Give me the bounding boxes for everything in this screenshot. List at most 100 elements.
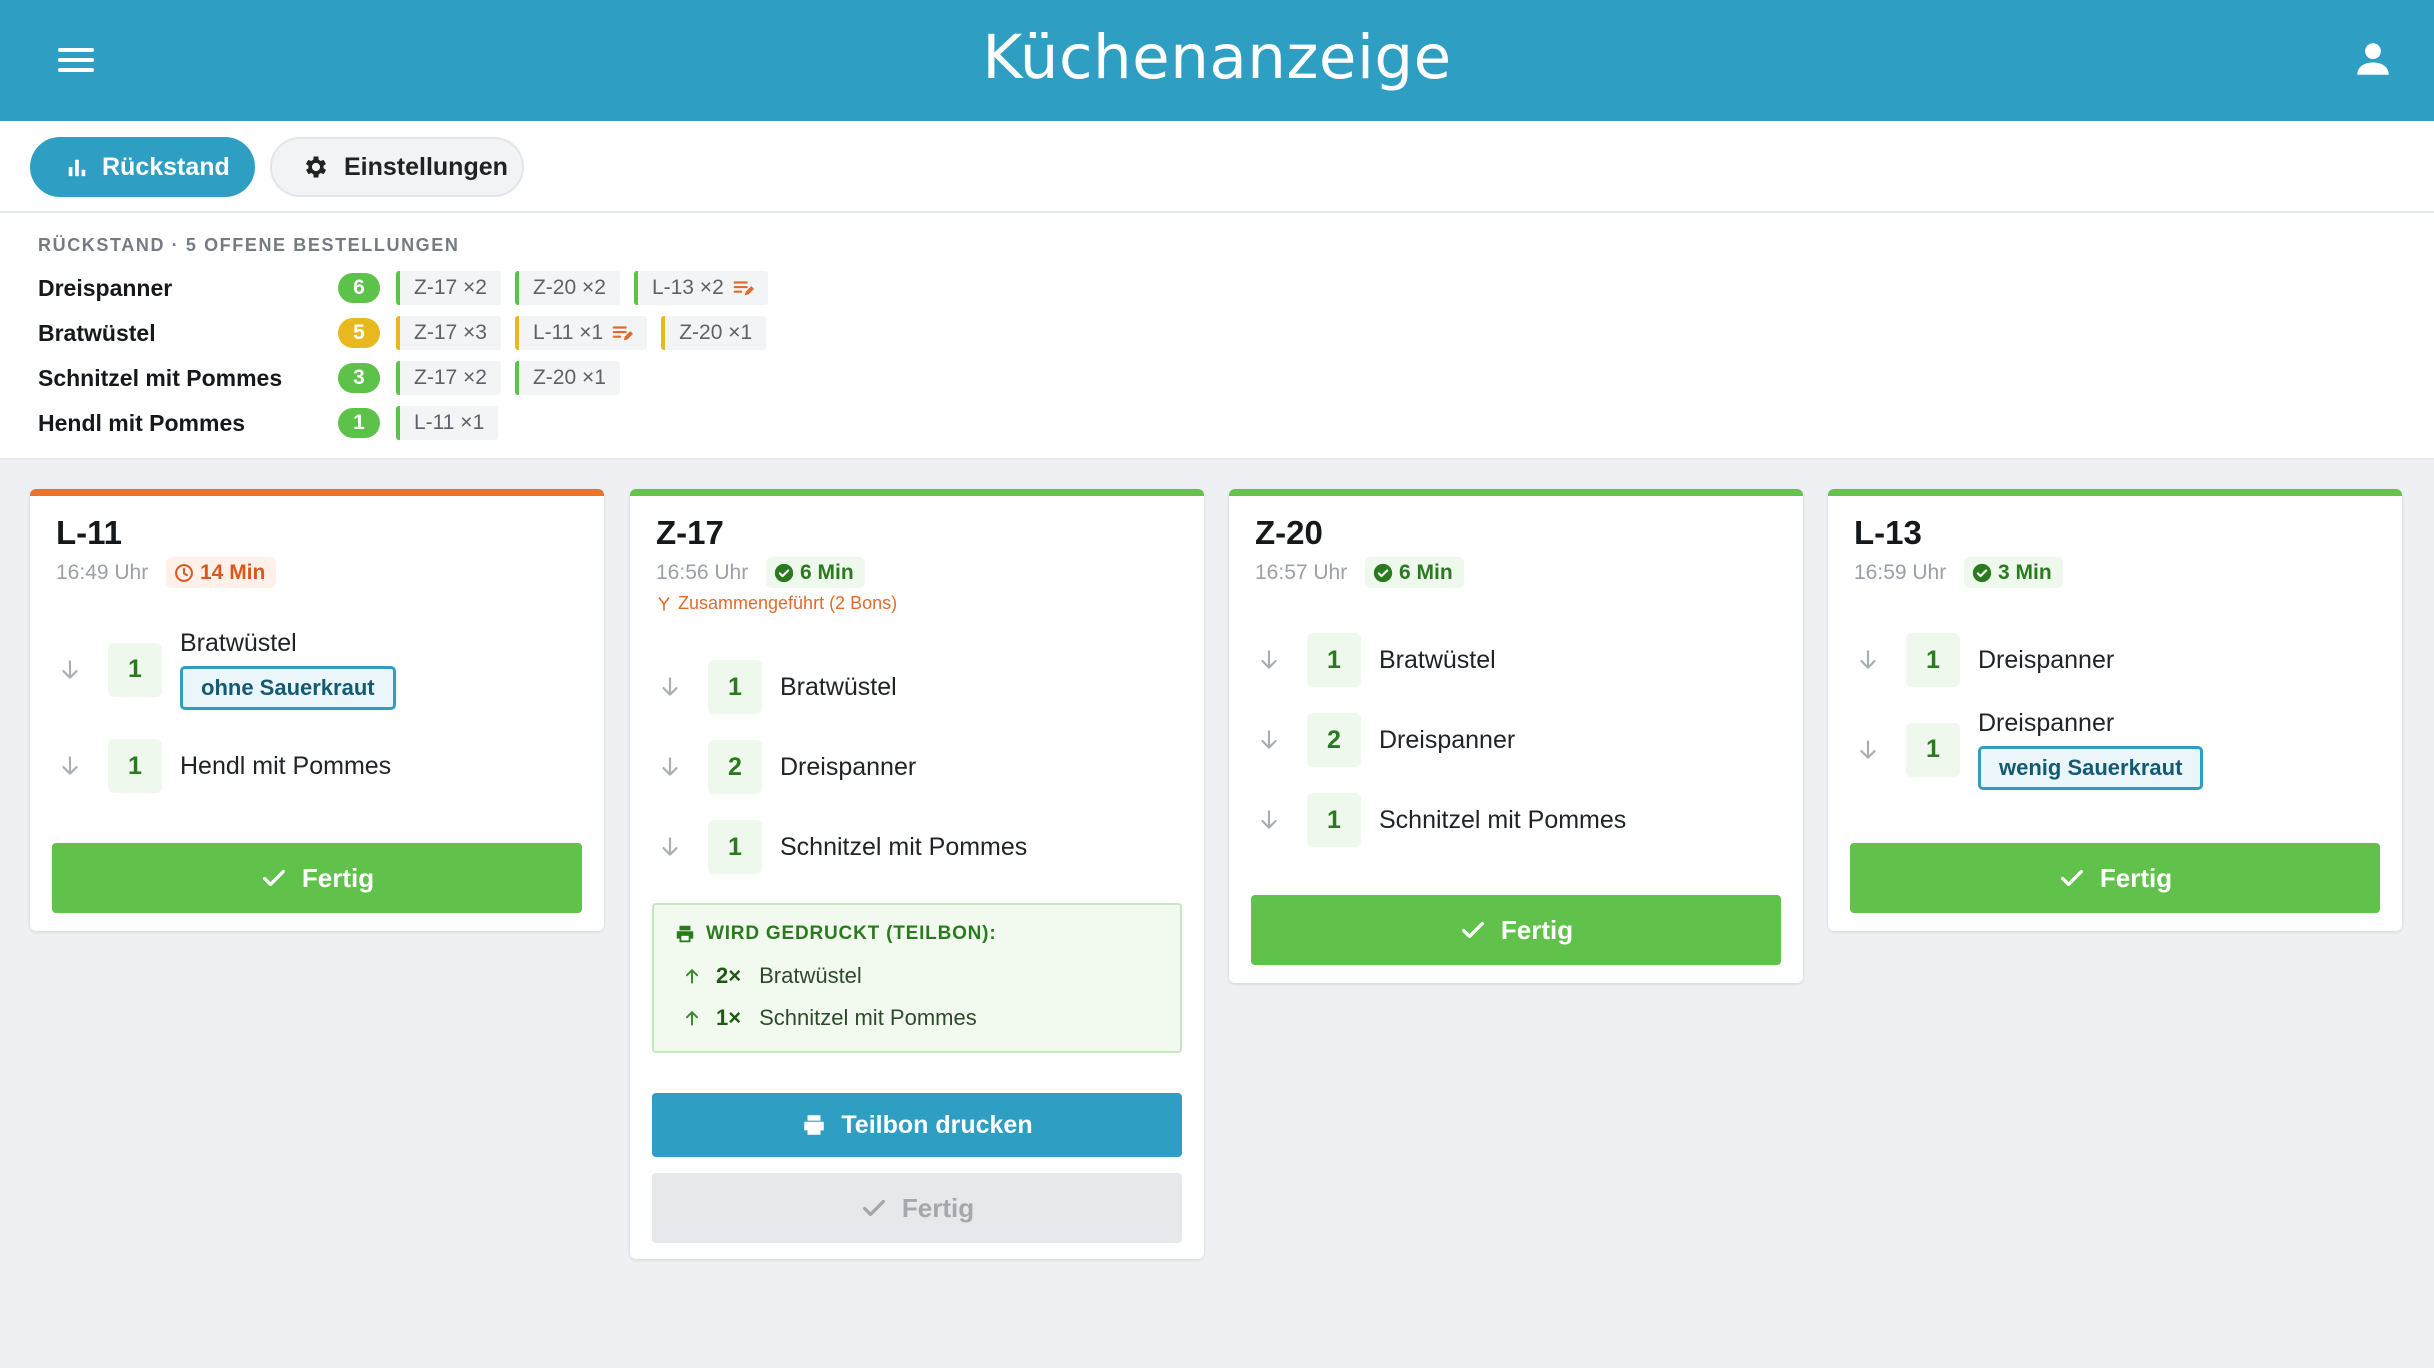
done-button[interactable]: Fertig: [652, 1173, 1182, 1243]
backlog-row: Bratwüstel 5 Z-17 ×3 L-11 ×1 Z-20 ×1: [38, 315, 780, 351]
check-icon: [1459, 916, 1487, 944]
backlog-item-name: Dreispanner: [38, 274, 173, 301]
order-time: 16:59 Uhr: [1854, 561, 1947, 584]
settings-button-label: Einstellungen: [344, 152, 508, 181]
backlog-count-badge: 3: [338, 363, 380, 393]
order-item: 1 Dreispanner: [1854, 633, 2114, 687]
backlog-item-name: Hendl mit Pommes: [38, 409, 246, 436]
backlog-row: Dreispanner 6 Z-17 ×2 Z-20 ×2 L-13 ×2: [38, 270, 782, 306]
item-quantity: 1: [108, 642, 162, 697]
backlog-panel: RÜCKSTAND · 5 OFFENE BESTELLUNGEN Dreisp…: [0, 213, 2434, 460]
app-header: Küchenanzeige: [0, 0, 2434, 121]
backlog-row: Hendl mit Pommes 1 L-11 ×1: [38, 405, 512, 441]
backlog-order-chip[interactable]: Z-17 ×3: [396, 316, 501, 350]
backlog-order-chip[interactable]: Z-17 ×2: [396, 271, 501, 305]
arrow-down-icon[interactable]: [656, 674, 684, 700]
status-bar: [1828, 489, 2402, 496]
printer-icon: [674, 923, 696, 945]
user-icon[interactable]: [2352, 38, 2394, 80]
clock-icon: [174, 563, 194, 583]
check-circle-icon: [774, 563, 794, 583]
arrow-down-icon[interactable]: [56, 753, 84, 779]
backlog-order-chip[interactable]: Z-20 ×1: [514, 361, 620, 395]
backlog-count-badge: 6: [338, 273, 380, 303]
item-quantity: 1: [708, 660, 762, 714]
age-badge: 3 Min: [1964, 557, 2063, 588]
item-name: Schnitzel mit Pommes: [1379, 805, 1627, 834]
backlog-order-chip[interactable]: Z-20 ×2: [514, 271, 620, 305]
order-id: L-11: [56, 514, 123, 551]
done-button[interactable]: Fertig: [1850, 843, 2380, 913]
order-item: 2 Dreispanner: [1255, 713, 1515, 767]
item-quantity: 1: [108, 739, 162, 793]
arrow-down-icon[interactable]: [1255, 647, 1283, 673]
order-item: 1 Bratwüstel: [1255, 633, 1496, 687]
order-id: Z-20: [1255, 514, 1323, 551]
order-item: 1 Bratwüstel: [656, 660, 897, 714]
done-button[interactable]: Fertig: [1251, 895, 1781, 965]
backlog-item-name: Schnitzel mit Pommes: [38, 364, 283, 391]
note-icon: [732, 277, 754, 299]
item-name: Dreispanner: [1379, 725, 1516, 754]
print-preview-heading: WIRD GEDRUCKT (TEILBON):: [674, 923, 996, 945]
backlog-order-chip[interactable]: L-13 ×2: [633, 271, 768, 305]
merge-icon: [656, 596, 672, 612]
item-quantity: 1: [1906, 633, 1960, 687]
order-id: Z-17: [656, 514, 724, 551]
backlog-count-badge: 1: [338, 408, 380, 438]
backlog-order-chip[interactable]: Z-20 ×1: [661, 316, 767, 350]
item-name: Dreispanner: [780, 752, 917, 781]
backlog-button[interactable]: Rückstand: [30, 137, 255, 197]
item-name: Bratwüstel: [180, 629, 297, 657]
check-icon: [260, 864, 288, 892]
check-circle-icon: [1972, 563, 1992, 583]
order-item: 2 Dreispanner: [656, 740, 916, 794]
item-name: Bratwüstel: [1379, 645, 1496, 674]
backlog-button-label: Rückstand: [102, 152, 230, 181]
arrow-down-icon[interactable]: [656, 834, 684, 860]
modifier-tag: ohne Sauerkraut: [180, 666, 396, 710]
item-quantity: 1: [1307, 633, 1361, 687]
item-quantity: 1: [708, 820, 762, 874]
check-icon: [2058, 864, 2086, 892]
arrow-down-icon[interactable]: [1854, 737, 1882, 763]
arrow-down-icon[interactable]: [1854, 647, 1882, 673]
printer-icon: [801, 1112, 827, 1138]
item-name: Hendl mit Pommes: [180, 751, 392, 780]
backlog-item-name: Bratwüstel: [38, 319, 156, 346]
settings-button[interactable]: Einstellungen: [270, 137, 524, 197]
arrow-down-icon[interactable]: [56, 657, 84, 683]
gear-icon: [305, 156, 327, 178]
page-title: Küchenanzeige: [982, 22, 1452, 93]
backlog-row: Schnitzel mit Pommes 3 Z-17 ×2 Z-20 ×1: [38, 360, 634, 396]
toolbar: Rückstand Einstellungen: [0, 121, 2434, 213]
arrow-down-icon[interactable]: [1255, 807, 1283, 833]
backlog-order-chip[interactable]: L-11 ×1: [514, 316, 648, 350]
arrow-down-icon[interactable]: [1255, 727, 1283, 753]
status-bar: [30, 489, 604, 496]
print-partial-button[interactable]: Teilbon drucken: [652, 1093, 1182, 1157]
arrow-up-icon: [682, 966, 702, 986]
arrow-down-icon[interactable]: [656, 754, 684, 780]
item-name: Dreispanner: [1978, 645, 2115, 674]
order-item: 1 Schnitzel mit Pommes: [1255, 793, 1626, 847]
done-button[interactable]: Fertig: [52, 843, 582, 913]
backlog-order-chip[interactable]: L-11 ×1: [396, 406, 499, 440]
backlog-order-chip[interactable]: Z-17 ×2: [396, 361, 501, 395]
status-bar: [1229, 489, 1803, 496]
print-preview-item: 1× Schnitzel mit Pommes: [682, 1005, 977, 1031]
order-item: 1 Dreispanner wenig Sauerkraut: [1854, 709, 2204, 790]
item-quantity: 1: [1307, 793, 1361, 847]
print-preview-item: 2× Bratwüstel: [682, 963, 862, 989]
merged-note: Zusammengeführt (2 Bons): [656, 593, 897, 614]
age-badge: 6 Min: [766, 557, 865, 588]
note-icon: [611, 322, 633, 344]
order-card-z-20: Z-20 16:57 Uhr 6 Min 1 Bratwüstel 2 Drei…: [1229, 489, 1803, 983]
order-item: 1 Bratwüstel ohne Sauerkraut: [56, 629, 396, 710]
check-circle-icon: [1373, 563, 1393, 583]
check-icon: [860, 1194, 888, 1222]
order-time: 16:49 Uhr: [56, 561, 149, 584]
order-card-z-17: Z-17 16:56 Uhr 6 Min Zusammengeführt (2 …: [630, 489, 1204, 1259]
arrow-up-icon: [682, 1008, 702, 1028]
status-bar: [630, 489, 1204, 496]
